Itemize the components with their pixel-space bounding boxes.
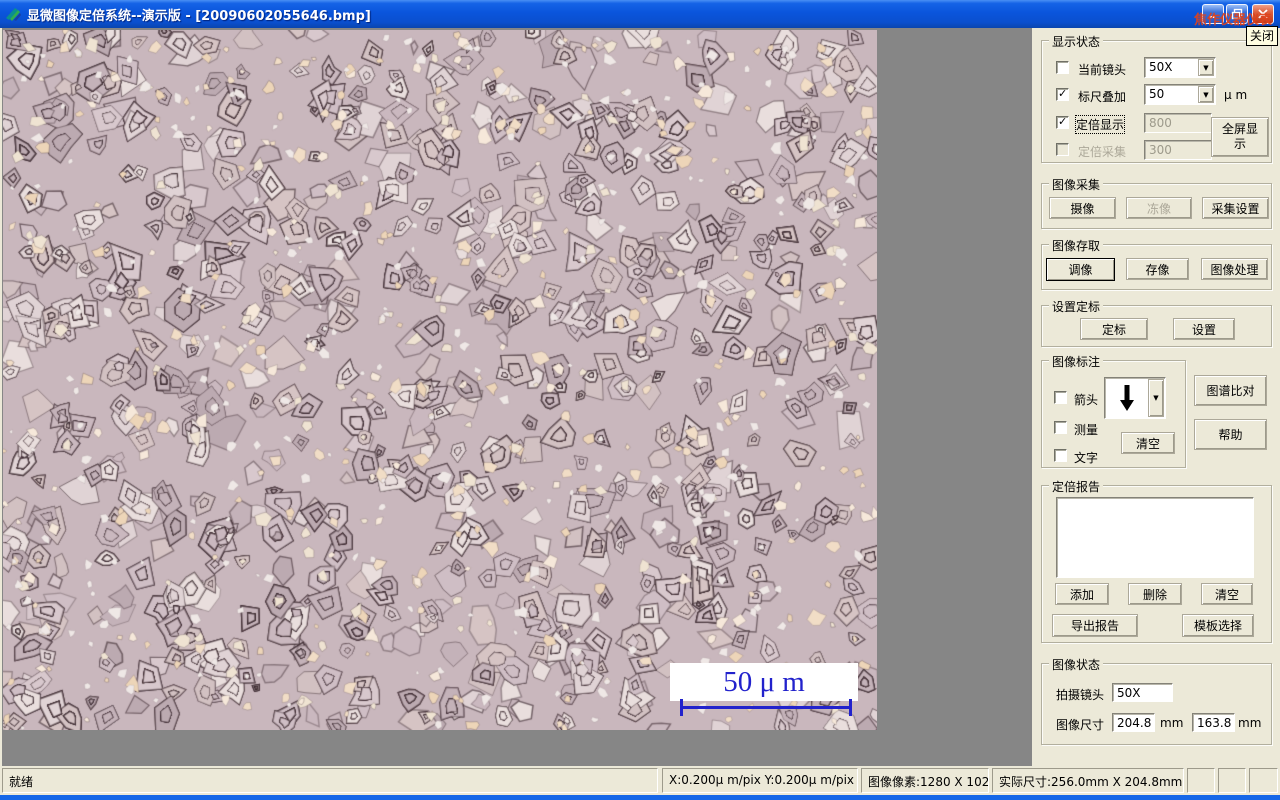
group-annotation: 图像标注 箭头 ▼ 测量 文字 清空 bbox=[1041, 353, 1186, 468]
chevron-down-icon[interactable]: ▼ bbox=[1198, 59, 1214, 76]
restore-button[interactable] bbox=[1226, 4, 1248, 24]
minimize-icon bbox=[1209, 16, 1215, 18]
field-image-height[interactable] bbox=[1192, 713, 1235, 732]
group-title: 显示状态 bbox=[1049, 33, 1104, 50]
status-image-pixels: 图像像素:1280 X 1024 bbox=[861, 768, 989, 793]
group-title: 定倍报告 bbox=[1049, 478, 1104, 495]
group-storage: 图像存取 调像 存像 图像处理 bbox=[1041, 237, 1272, 290]
save-image-button[interactable]: 存像 bbox=[1126, 258, 1189, 280]
group-report: 定倍报告 添加 删除 清空 导出报告 模板选择 bbox=[1041, 478, 1272, 643]
label-image-size: 图像尺寸 bbox=[1056, 718, 1105, 732]
freeze-button: 冻像 bbox=[1126, 197, 1192, 219]
template-select-button[interactable]: 模板选择 bbox=[1182, 614, 1254, 637]
status-extra-3 bbox=[1249, 768, 1278, 793]
clear-report-button[interactable]: 清空 bbox=[1201, 583, 1253, 605]
app-window: 显微图像定倍系统--演示版 - [20090602055646.bmp] 焦作仪… bbox=[0, 0, 1280, 800]
arrow-style-dropdown[interactable]: ▼ bbox=[1104, 377, 1166, 419]
report-listbox[interactable] bbox=[1056, 497, 1254, 578]
title-bar: 显微图像定倍系统--演示版 - [20090602055646.bmp] bbox=[0, 0, 1280, 28]
checkbox-measure[interactable] bbox=[1054, 421, 1067, 434]
micrograph-image bbox=[3, 30, 877, 730]
image-viewport: 50 μ m bbox=[2, 28, 1032, 766]
down-arrow-icon bbox=[1120, 385, 1134, 411]
checkbox-fixed-display[interactable] bbox=[1056, 115, 1069, 129]
label-height-unit: mm bbox=[1238, 716, 1262, 730]
atlas-compare-button[interactable]: 图谱比对 bbox=[1194, 375, 1267, 406]
window-title: 显微图像定倍系统--演示版 - [20090602055646.bmp] bbox=[27, 8, 371, 24]
group-title: 图像存取 bbox=[1049, 237, 1104, 254]
group-title: 设置定标 bbox=[1049, 298, 1104, 315]
load-image-button[interactable]: 调像 bbox=[1046, 258, 1115, 281]
add-button[interactable]: 添加 bbox=[1055, 583, 1109, 605]
capture-settings-button[interactable]: 采集设置 bbox=[1202, 197, 1269, 219]
input-fixed-capture bbox=[1144, 140, 1212, 160]
label-fixed-capture: 定倍采集 bbox=[1078, 145, 1127, 159]
status-extra-1 bbox=[1187, 768, 1215, 793]
minimize-button[interactable] bbox=[1202, 4, 1224, 24]
checkbox-text[interactable] bbox=[1054, 449, 1067, 462]
field-image-width[interactable] bbox=[1112, 713, 1155, 732]
close-tooltip: 关闭 bbox=[1246, 26, 1279, 46]
scale-bar-line bbox=[680, 678, 852, 716]
label-text: 文字 bbox=[1074, 451, 1099, 465]
group-display-status: 显示状态 当前镜头 50X ▼ 标尺叠加 50 ▼ μ m 定倍显示 定倍采集 … bbox=[1041, 33, 1272, 163]
status-bar: 就绪 X:0.200μ m/pix Y:0.200μ m/pix 图像像素:12… bbox=[0, 766, 1280, 795]
input-fixed-display bbox=[1144, 113, 1212, 133]
dropdown-ruler-value[interactable]: 50 ▼ bbox=[1144, 84, 1216, 105]
restore-icon bbox=[1231, 8, 1243, 20]
close-icon bbox=[1258, 9, 1268, 19]
group-title: 图像状态 bbox=[1049, 656, 1104, 673]
label-ruler-overlay: 标尺叠加 bbox=[1078, 90, 1127, 104]
status-extra-2 bbox=[1218, 768, 1246, 793]
dropdown-current-lens[interactable]: 50X ▼ bbox=[1144, 57, 1216, 78]
window-bottom-border bbox=[0, 795, 1280, 800]
status-ready: 就绪 bbox=[2, 768, 658, 793]
label-measure: 测量 bbox=[1074, 423, 1099, 437]
delete-button[interactable]: 删除 bbox=[1128, 583, 1182, 605]
group-image-status: 图像状态 拍摄镜头 图像尺寸 mm mm bbox=[1041, 656, 1272, 745]
checkbox-fixed-capture bbox=[1056, 143, 1069, 156]
group-title: 图像标注 bbox=[1049, 353, 1104, 370]
label-current-lens: 当前镜头 bbox=[1078, 63, 1127, 77]
label-shoot-lens: 拍摄镜头 bbox=[1056, 688, 1105, 702]
close-button[interactable] bbox=[1252, 4, 1274, 24]
label-arrow: 箭头 bbox=[1074, 393, 1099, 407]
settings-button[interactable]: 设置 bbox=[1173, 318, 1235, 340]
status-actual-size: 实际尺寸:256.0mm X 204.8mm bbox=[992, 768, 1184, 793]
help-button[interactable]: 帮助 bbox=[1194, 419, 1267, 450]
checkbox-current-lens[interactable] bbox=[1056, 61, 1069, 74]
chevron-down-icon[interactable]: ▼ bbox=[1198, 86, 1214, 103]
label-fixed-display: 定倍显示 bbox=[1074, 115, 1126, 134]
group-capture: 图像采集 摄像 冻像 采集设置 bbox=[1041, 176, 1272, 229]
group-title: 图像采集 bbox=[1049, 176, 1104, 193]
checkbox-arrow[interactable] bbox=[1054, 391, 1067, 404]
label-ruler-unit: μ m bbox=[1224, 88, 1248, 102]
app-icon bbox=[6, 8, 21, 21]
group-calibration: 设置定标 定标 设置 bbox=[1041, 298, 1272, 347]
status-pixel-scale: X:0.200μ m/pix Y:0.200μ m/pix bbox=[662, 768, 858, 793]
image-processing-button[interactable]: 图像处理 bbox=[1201, 258, 1268, 280]
calibrate-button[interactable]: 定标 bbox=[1080, 318, 1148, 340]
checkbox-ruler-overlay[interactable] bbox=[1056, 87, 1069, 101]
export-report-button[interactable]: 导出报告 bbox=[1052, 614, 1138, 637]
camera-button[interactable]: 摄像 bbox=[1049, 197, 1116, 219]
field-shoot-lens[interactable] bbox=[1112, 683, 1173, 702]
label-width-unit: mm bbox=[1160, 716, 1184, 730]
fullscreen-button[interactable]: 全屏显示 bbox=[1211, 117, 1269, 157]
chevron-down-icon[interactable]: ▼ bbox=[1148, 379, 1164, 417]
clear-annotation-button[interactable]: 清空 bbox=[1121, 432, 1175, 454]
